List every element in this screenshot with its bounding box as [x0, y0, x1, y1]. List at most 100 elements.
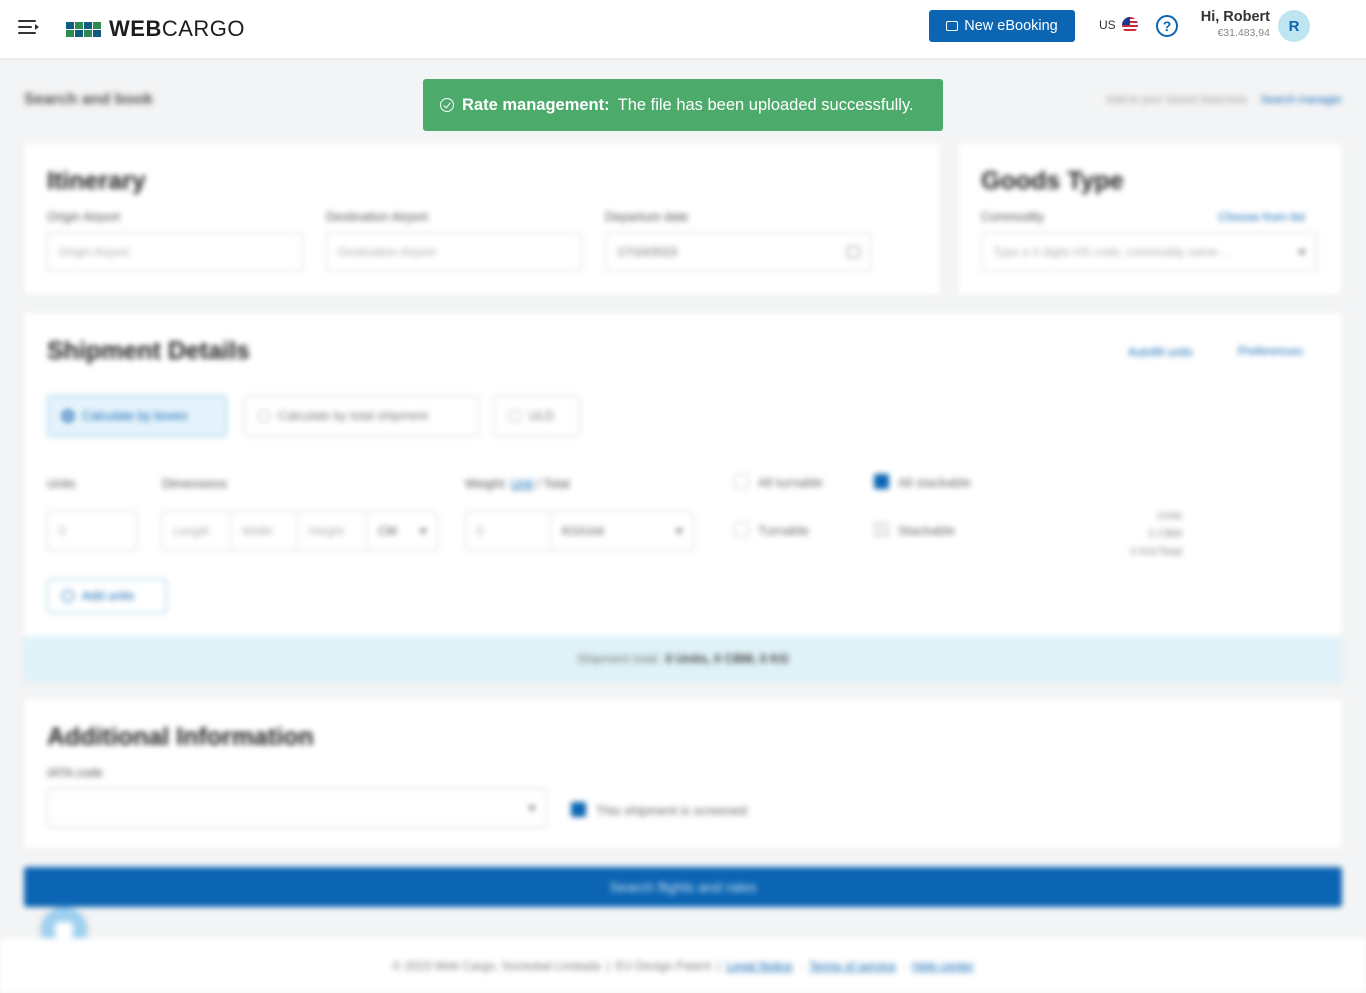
weight-label: Weight: Unit / Total	[465, 477, 570, 491]
commodity-label: Commodity	[981, 210, 1045, 224]
weight-total-text: Total	[543, 477, 570, 491]
choose-from-list-link[interactable]: Choose from list	[1218, 210, 1305, 224]
width-placeholder: Width	[242, 524, 273, 538]
add-units-label: Add units	[82, 589, 135, 603]
search-flights-button[interactable]: Search flights and rates	[24, 867, 1342, 907]
option-label: Calculate by total shipment	[278, 409, 429, 423]
option-label: ULD	[529, 409, 555, 423]
departure-label: Departure date	[605, 210, 689, 224]
units-value: 0	[59, 524, 66, 538]
chevron-down-icon	[675, 529, 683, 534]
search-manager-link[interactable]: Search manager	[1261, 94, 1342, 106]
menu-icon[interactable]	[18, 18, 40, 36]
units-label: Units	[47, 477, 76, 491]
success-toast[interactable]: Rate management: The file has been uploa…	[423, 79, 943, 131]
origin-placeholder: Origin Airport	[59, 245, 130, 259]
checkbox-icon	[509, 410, 521, 422]
terms-link[interactable]: Terms of service	[809, 959, 896, 973]
width-input[interactable]: Width	[230, 511, 298, 551]
shipment-details-card: Shipment Details Autofill units Preferen…	[24, 313, 1342, 682]
screened-label: This shipment is screened	[596, 803, 748, 818]
stackable-label: Stackable	[898, 523, 956, 538]
all-turnable-label: All turnable	[758, 475, 824, 490]
summary-kg: 0 KG/Total	[1130, 546, 1182, 558]
preferences-link[interactable]: Preferences	[1238, 344, 1303, 358]
summary-units: Units	[1156, 510, 1182, 522]
iata-code-select[interactable]	[47, 788, 547, 828]
height-input[interactable]: Height	[297, 511, 367, 551]
shipment-total-label: Shipment total:	[576, 652, 661, 666]
legal-notice-link[interactable]: Legal Notice	[726, 959, 793, 973]
shipment-total-bar: Shipment total: 0 Units, 0 CBM, 0 KG	[24, 636, 1342, 682]
weight-unit-link[interactable]: Unit	[511, 477, 533, 491]
calendar-icon[interactable]	[847, 246, 860, 258]
calculate-by-total-option[interactable]: Calculate by total shipment	[243, 395, 479, 437]
turnable-label: Turnable	[758, 523, 809, 538]
chevron-down-icon	[1298, 250, 1306, 255]
all-stackable-checkbox[interactable]	[874, 474, 889, 489]
footer-patent: EU Design Patent	[615, 958, 711, 973]
avatar[interactable]: R	[1278, 10, 1310, 42]
help-icon[interactable]: ?	[1156, 15, 1178, 37]
weight-value: 0	[477, 524, 484, 538]
iata-code-label: IATA code	[47, 766, 103, 780]
calculate-by-boxes-option[interactable]: Calculate by boxes	[47, 395, 227, 437]
summary-cbm: 0 CBM	[1148, 528, 1182, 540]
screened-checkbox[interactable]	[571, 802, 586, 817]
footer: © 2023 Web Cargo, Sociedad Limitada | EU…	[0, 938, 1366, 993]
dimensions-label: Dimensions	[162, 477, 228, 491]
language-selector[interactable]: US	[1099, 17, 1138, 33]
radio-icon	[62, 410, 74, 422]
stackable-checkbox[interactable]	[874, 522, 889, 537]
chevron-down-icon	[528, 806, 536, 811]
goods-type-title: Goods Type	[981, 167, 1124, 195]
new-ebooking-label: New eBooking	[964, 18, 1058, 34]
toast-title: Rate management:	[462, 95, 610, 114]
destination-label: Destination Airport	[326, 210, 429, 224]
option-label: Calculate by boxes	[82, 409, 188, 423]
units-input[interactable]: 0	[47, 511, 137, 551]
commodity-placeholder: Type a 4 digits HS code, commodity name …	[993, 245, 1232, 259]
us-flag-icon	[1121, 17, 1138, 33]
length-input[interactable]: Length	[161, 511, 231, 551]
radio-icon	[258, 410, 270, 422]
origin-label: Origin Airport	[47, 210, 120, 224]
departure-value: 17/10/2023	[617, 245, 678, 259]
shipment-total-value: 0 Units, 0 CBM, 0 KG	[665, 652, 790, 666]
language-code: US	[1099, 18, 1116, 32]
goods-type-card: Goods Type Commodity Choose from list Ty…	[958, 143, 1342, 295]
itinerary-title: Itinerary	[47, 167, 146, 195]
logo-mark-icon	[66, 21, 101, 37]
origin-input[interactable]: Origin Airport	[47, 232, 303, 272]
user-greeting: Hi, Robert	[1200, 9, 1270, 25]
uld-option[interactable]: ULD	[494, 395, 580, 437]
autofill-units-link[interactable]: Autofill units	[1128, 345, 1193, 359]
page-title: Search and book	[24, 91, 153, 108]
additional-info-title: Additional Information	[47, 723, 314, 751]
destination-placeholder: Destination Airport	[338, 245, 437, 259]
new-ebooking-button[interactable]: New eBooking	[929, 10, 1075, 42]
itinerary-card: Itinerary Origin Airport Origin Airport …	[24, 143, 940, 295]
weight-input[interactable]: 0	[465, 511, 551, 551]
user-balance: €31.483,94	[1217, 27, 1270, 39]
top-header: WEBCARGO New eBooking US ? Hi, Robert €3…	[0, 0, 1366, 58]
add-saved-search-link[interactable]: Add to your Saved Searches	[1107, 94, 1247, 106]
turnable-checkbox[interactable]	[734, 522, 749, 537]
destination-input[interactable]: Destination Airport	[326, 232, 582, 272]
all-turnable-checkbox[interactable]	[734, 474, 749, 489]
weight-unit-select[interactable]: KG/Unit	[550, 511, 694, 551]
dimension-unit-value: CM	[378, 524, 397, 538]
departure-date-input[interactable]: 17/10/2023	[605, 232, 871, 272]
shipment-details-title: Shipment Details	[47, 337, 250, 365]
weight-label-text: Weight:	[465, 477, 508, 491]
help-center-link[interactable]: Help center	[912, 959, 973, 973]
webcargo-logo[interactable]: WEBCARGO	[66, 16, 245, 42]
user-info[interactable]: Hi, Robert €31.483,94	[1192, 9, 1270, 39]
weight-unit-value: KG/Unit	[562, 524, 605, 538]
height-placeholder: Height	[309, 524, 344, 538]
plus-circle-icon	[62, 590, 74, 602]
chevron-down-icon	[419, 529, 427, 534]
commodity-input[interactable]: Type a 4 digits HS code, commodity name …	[981, 232, 1317, 272]
dimension-unit-select[interactable]: CM	[366, 511, 438, 551]
add-units-button[interactable]: Add units	[47, 579, 167, 613]
